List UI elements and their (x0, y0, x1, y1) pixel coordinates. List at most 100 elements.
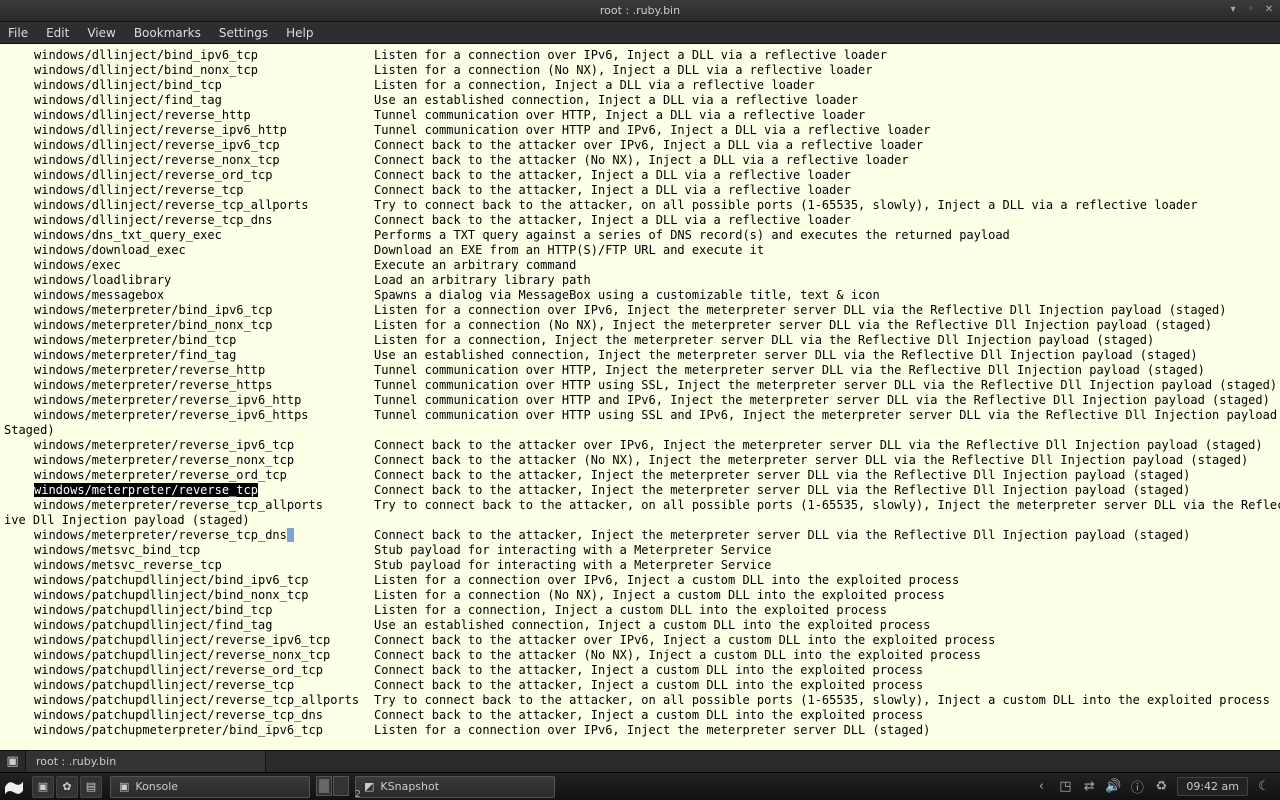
payload-row: windows/dllinject/reverse_nonx_tcpConnec… (4, 153, 1276, 168)
payload-name: windows/patchupdllinject/reverse_tcp_dns (34, 708, 374, 723)
quicklaunch-settings-icon[interactable]: ✿ (56, 776, 78, 798)
payload-row: windows/patchupdllinject/bind_nonx_tcpLi… (4, 588, 1276, 603)
payload-desc: Listen for a connection (No NX), Inject … (374, 318, 1276, 333)
close-icon[interactable]: ✕ (1262, 2, 1276, 16)
payload-row: windows/patchupdllinject/bind_tcpListen … (4, 603, 1276, 618)
payload-row: windows/patchupdllinject/reverse_tcpConn… (4, 678, 1276, 693)
payload-desc-wrap: ive Dll Injection payload (staged) (4, 513, 250, 528)
payload-row: windows/dllinject/reverse_tcp_dnsConnect… (4, 213, 1276, 228)
payload-name: windows/metsvc_bind_tcp (34, 543, 374, 558)
tray-chevron-icon[interactable]: ‹ (1033, 779, 1049, 795)
payload-desc: Stub payload for interacting with a Mete… (374, 558, 1276, 573)
payload-desc: Listen for a connection, Inject the mete… (374, 333, 1276, 348)
payload-desc: Load an arbitrary library path (374, 273, 1276, 288)
quicklaunch-files-icon[interactable]: ▤ (80, 776, 102, 798)
payload-row: windows/dllinject/reverse_ipv6_tcpConnec… (4, 138, 1276, 153)
payload-name: windows/dllinject/bind_ipv6_tcp (34, 48, 374, 63)
payload-row: windows/dns_txt_query_execPerforms a TXT… (4, 228, 1276, 243)
tray-update-icon[interactable]: ♻ (1153, 779, 1169, 795)
payload-desc: Listen for a connection over IPv6, Injec… (374, 303, 1276, 318)
payload-name: windows/dllinject/reverse_ord_tcp (34, 168, 374, 183)
payload-name: windows/dns_txt_query_exec (34, 228, 374, 243)
tray-info-icon[interactable]: ⓘ (1129, 779, 1145, 795)
titlebar[interactable]: root : .ruby.bin ▾ ◦ ✕ (0, 0, 1280, 22)
menu-help[interactable]: Help (286, 26, 313, 40)
payload-row: windows/dllinject/bind_tcpListen for a c… (4, 78, 1276, 93)
payload-name: windows/meterpreter/reverse_ipv6_http (34, 393, 374, 408)
payload-row: windows/patchupdllinject/reverse_ipv6_tc… (4, 633, 1276, 648)
tab-active[interactable]: root : .ruby.bin (26, 751, 266, 773)
payload-row: windows/dllinject/reverse_tcp_allportsTr… (4, 198, 1276, 213)
quicklaunch-terminal-icon[interactable]: ▣ (32, 776, 54, 798)
tray-clock[interactable]: 09:42 am (1177, 777, 1248, 796)
tray-moon-icon[interactable]: ☾ (1256, 779, 1272, 795)
payload-row: windows/dllinject/find_tagUse an establi… (4, 93, 1276, 108)
payload-desc: Tunnel communication over HTTP and IPv6,… (374, 123, 1276, 138)
payload-row: windows/meterpreter/reverse_nonx_tcpConn… (4, 453, 1276, 468)
payload-name: windows/meterpreter/reverse_tcp_allports (34, 498, 374, 513)
payload-row: windows/messageboxSpawns a dialog via Me… (4, 288, 1276, 303)
tray-volume-icon[interactable]: 🔊 (1105, 779, 1121, 795)
payload-desc: Listen for a connection over IPv6, Injec… (374, 723, 1276, 738)
new-tab-button[interactable]: ▣ (0, 751, 26, 773)
payload-name: windows/patchupdllinject/reverse_tcp_all… (34, 693, 374, 708)
task-ksnapshot-label: KSnapshot (380, 780, 439, 793)
payload-desc-wrap: Staged) (4, 423, 55, 438)
payload-row: windows/metsvc_bind_tcpStub payload for … (4, 543, 1276, 558)
payload-name: windows/meterpreter/reverse_ipv6_tcp (34, 438, 374, 453)
payload-desc: Connect back to the attacker, Inject a D… (374, 213, 1276, 228)
payload-row: windows/download_execDownload an EXE fro… (4, 243, 1276, 258)
payload-desc: Listen for a connection over IPv6, Injec… (374, 48, 1276, 63)
payload-desc: Tunnel communication over HTTP, Inject a… (374, 108, 1276, 123)
payload-row-wrap: Staged) (4, 423, 1276, 438)
maximize-icon[interactable]: ◦ (1244, 2, 1258, 16)
task-ksnapshot[interactable]: ◩ KSnapshot (355, 776, 555, 798)
payload-name: windows/meterpreter/find_tag (34, 348, 374, 363)
payload-row: windows/patchupmeterpreter/bind_ipv6_tcp… (4, 723, 1276, 738)
payload-row-wrap: ive Dll Injection payload (staged) (4, 513, 1276, 528)
payload-row: windows/loadlibraryLoad an arbitrary lib… (4, 273, 1276, 288)
taskbar: ▣ ✿ ▤ ▣ Konsole 2 ◩ KSnapshot ‹ ◳ ⇄ 🔊 (0, 772, 1280, 800)
payload-row: windows/patchupdllinject/reverse_tcp_dns… (4, 708, 1276, 723)
payload-desc: Spawns a dialog via MessageBox using a c… (374, 288, 1276, 303)
pager-count: 2 (355, 789, 361, 800)
tray-clipboard-icon[interactable]: ◳ (1057, 779, 1073, 795)
task-konsole[interactable]: ▣ Konsole (110, 776, 310, 798)
payload-desc: Stub payload for interacting with a Mete… (374, 543, 1276, 558)
payload-row: windows/meterpreter/reverse_tcp_allports… (4, 498, 1276, 513)
payload-row: windows/dllinject/bind_ipv6_tcpListen fo… (4, 48, 1276, 63)
system-tray: ‹ ◳ ⇄ 🔊 ⓘ ♻ 09:42 am ☾ (1025, 777, 1280, 796)
pager-desktop-2[interactable] (333, 776, 349, 796)
payload-row: windows/patchupdllinject/bind_ipv6_tcpLi… (4, 573, 1276, 588)
payload-desc: Connect back to the attacker, Inject the… (374, 483, 1276, 498)
menu-edit[interactable]: Edit (46, 26, 69, 40)
payload-desc: Use an established connection, Inject th… (374, 348, 1276, 363)
payload-name: windows/patchupdllinject/reverse_tcp (34, 678, 374, 693)
tray-network-icon[interactable]: ⇄ (1081, 779, 1097, 795)
payload-row: windows/meterpreter/reverse_ipv6_tcpConn… (4, 438, 1276, 453)
menu-view[interactable]: View (87, 26, 115, 40)
minimize-icon[interactable]: ▾ (1226, 2, 1240, 16)
payload-row: windows/meterpreter/reverse_tcp_dns Conn… (4, 528, 1276, 543)
pager-desktop-1[interactable] (316, 776, 332, 796)
terminal-output[interactable]: windows/dllinject/bind_ipv6_tcpListen fo… (0, 44, 1280, 750)
menu-settings[interactable]: Settings (219, 26, 268, 40)
quick-launch: ▣ ✿ ▤ (28, 776, 106, 798)
menu-file[interactable]: File (8, 26, 28, 40)
task-buttons: ▣ Konsole 2 ◩ KSnapshot (106, 776, 559, 798)
payload-desc: Connect back to the attacker (No NX), In… (374, 453, 1276, 468)
payload-desc: Use an established connection, Inject a … (374, 618, 1276, 633)
payload-desc: Connect back to the attacker, Inject a c… (374, 708, 1276, 723)
menu-bookmarks[interactable]: Bookmarks (134, 26, 201, 40)
start-button[interactable] (0, 773, 28, 800)
payload-name: windows/dllinject/reverse_nonx_tcp (34, 153, 374, 168)
payload-desc: Connect back to the attacker over IPv6, … (374, 438, 1276, 453)
payload-desc: Use an established connection, Inject a … (374, 93, 1276, 108)
payload-desc: Connect back to the attacker (No NX), In… (374, 648, 1276, 663)
payload-desc: Connect back to the attacker, Inject a c… (374, 678, 1276, 693)
payload-desc: Listen for a connection (No NX), Inject … (374, 63, 1276, 78)
desktop-pager: 2 (312, 776, 353, 798)
payload-row: windows/meterpreter/bind_ipv6_tcpListen … (4, 303, 1276, 318)
payload-name: windows/dllinject/reverse_tcp (34, 183, 374, 198)
payload-name: windows/download_exec (34, 243, 374, 258)
